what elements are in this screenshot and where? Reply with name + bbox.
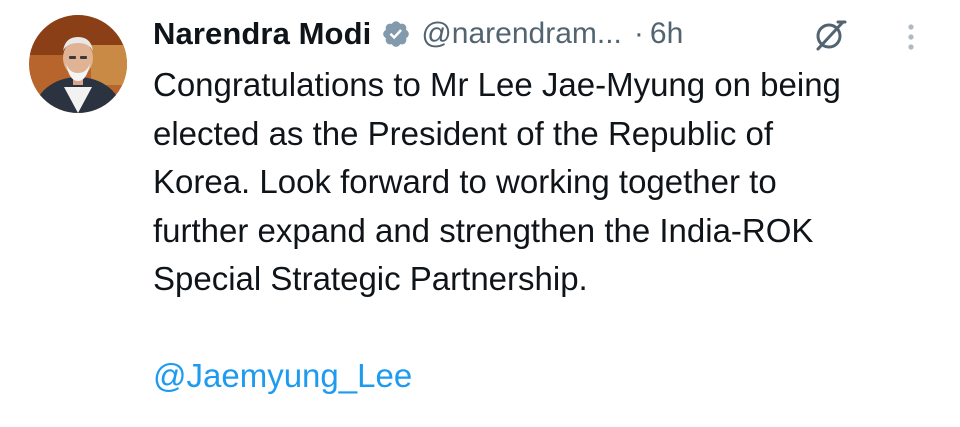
tweet-text-line: elected as the President of the Republic…: [153, 114, 774, 152]
verified-badge-icon: [381, 19, 411, 49]
author-name[interactable]: Narendra Modi: [153, 16, 371, 52]
tweet-text-line: Special Strategic Partnership.: [153, 260, 588, 298]
tweet-text: Congratulations to Mr Lee Jae-Myung on b…: [153, 61, 943, 304]
tweet-text-line: further expand and strengthen the India-…: [153, 211, 814, 249]
separator-dot: ·: [633, 17, 644, 50]
avatar[interactable]: [29, 15, 127, 113]
tweet-text-line: Congratulations to Mr Lee Jae-Myung on b…: [153, 66, 841, 103]
tweet-text-line: Korea. Look forward to working together …: [153, 163, 777, 201]
timestamp[interactable]: 6h: [650, 17, 683, 51]
tweet-header: Narendra Modi @narendram... · 6h: [153, 12, 683, 56]
mention-link[interactable]: @Jaemyung_Lee: [153, 354, 412, 398]
author-handle[interactable]: @narendram...: [421, 17, 622, 51]
grok-icon[interactable]: [812, 17, 848, 53]
tweet[interactable]: Narendra Modi @narendram... · 6h Congrat…: [0, 0, 960, 427]
avatar-image: [29, 15, 127, 113]
more-vertical-icon[interactable]: [900, 22, 922, 52]
